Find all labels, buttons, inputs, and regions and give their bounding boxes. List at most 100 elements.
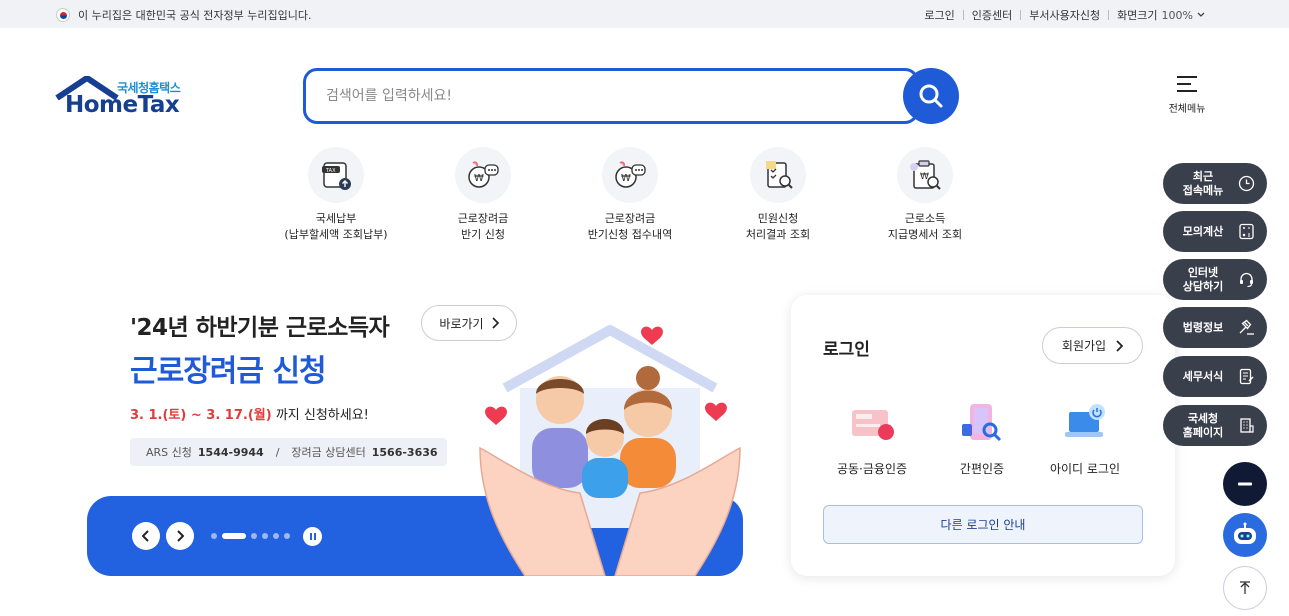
side-menu-label-line2: 홈페이지 bbox=[1182, 425, 1224, 439]
top-links: 로그인 인증센터 부서사용자신청 화면크기 100% bbox=[924, 7, 1205, 23]
family-illustration bbox=[479, 325, 741, 576]
quick-menu-line1: 근로소득 bbox=[904, 212, 946, 225]
clock-icon bbox=[1238, 175, 1255, 192]
tax-payment-icon: TAX bbox=[308, 147, 364, 203]
headset-icon bbox=[1240, 272, 1253, 288]
top-utility-bar: 이 누리집은 대한민국 공식 전자정부 누리집입니다. 로그인 인증센터 부서사… bbox=[0, 0, 1289, 28]
login-option-id[interactable]: 아이디 로그인 bbox=[1035, 400, 1135, 477]
divider bbox=[962, 10, 964, 20]
banner-period: 3. 1.(토) ~ 3. 17.(월) 까지 신청하세요! bbox=[130, 404, 389, 423]
side-menu-law[interactable]: 법령정보 bbox=[1163, 307, 1267, 348]
minus-icon bbox=[1238, 482, 1252, 486]
quick-menu-line1: 근로장려금 bbox=[604, 212, 656, 225]
login-option-simple[interactable]: 간편인증 bbox=[932, 400, 1032, 477]
login-option-certificate[interactable]: 공동·금융인증 bbox=[822, 400, 922, 477]
side-menu-label: 최근 접속메뉴 bbox=[1175, 170, 1231, 198]
pause-icon bbox=[309, 533, 312, 540]
quick-menu-line1: 근로장려금 bbox=[457, 212, 509, 225]
banner-headline: '24년 하반기분 근로소득자 bbox=[130, 315, 390, 341]
side-menu-label: 세무서식 bbox=[1175, 370, 1231, 384]
quick-menu-eitc-apply[interactable]: ₩ 근로장려금 반기 신청 bbox=[413, 147, 553, 243]
banner-title: 근로장려금 신청 bbox=[130, 354, 327, 389]
chevron-right-icon bbox=[177, 530, 184, 542]
zoom-control[interactable]: 화면크기 100% bbox=[1117, 7, 1205, 23]
pagination-dot-active[interactable] bbox=[222, 533, 246, 539]
quick-menu-line2: 반기신청 접수내역 bbox=[587, 228, 673, 241]
side-menu-simulation[interactable]: 모의계산 bbox=[1163, 211, 1267, 252]
top-link-dept-user[interactable]: 부서사용자신청 bbox=[1029, 7, 1100, 23]
side-menu-tax-forms[interactable]: 세무서식 bbox=[1163, 356, 1267, 397]
divider bbox=[1020, 10, 1022, 20]
side-menu-label: 국세청 홈페이지 bbox=[1175, 412, 1231, 440]
zoom-label: 화면크기 bbox=[1117, 9, 1158, 22]
banner-pagination bbox=[211, 533, 290, 539]
pause-icon-bar bbox=[313, 533, 316, 540]
quick-menu-line2: 처리결과 조회 bbox=[745, 228, 811, 241]
pagination-dot[interactable] bbox=[251, 533, 257, 539]
quick-menu-eitc-history[interactable]: ₩ 근로장려금 반기신청 접수내역 bbox=[560, 147, 700, 243]
won-chat-icon: ₩ bbox=[455, 147, 511, 203]
pagination-dot[interactable] bbox=[273, 533, 279, 539]
banner-prev-button[interactable] bbox=[132, 522, 160, 550]
laptop-power-icon bbox=[1059, 400, 1111, 448]
gov-notice: 이 누리집은 대한민국 공식 전자정부 누리집입니다. bbox=[56, 7, 312, 23]
all-menu-button[interactable]: 전체메뉴 bbox=[1163, 76, 1211, 120]
top-link-login[interactable]: 로그인 bbox=[924, 7, 954, 23]
join-button[interactable]: 회원가입 bbox=[1042, 327, 1143, 364]
login-title: 로그인 bbox=[823, 340, 870, 360]
banner-text: '24년 하반기분 근로소득자 근로장려금 신청 3. 1.(토) ~ 3. 1… bbox=[130, 308, 390, 423]
certificate-card-icon bbox=[846, 400, 898, 448]
login-card: 로그인 회원가입 공동·금융인증 간편인증 아이디 로그인 다른 로그인 안내 bbox=[791, 295, 1175, 576]
pagination-dot[interactable] bbox=[284, 533, 290, 539]
side-menu-nts-home[interactable]: 국세청 홈페이지 bbox=[1163, 405, 1267, 446]
quick-menu-line2: (납부할세액 조회납부) bbox=[284, 228, 388, 241]
scroll-top-button[interactable] bbox=[1223, 566, 1267, 610]
side-menu-consult[interactable]: 인터넷 상담하기 bbox=[1163, 259, 1267, 300]
gavel-icon bbox=[1239, 319, 1254, 335]
quick-menu-tax-payment[interactable]: TAX 국세납부 (납부할세액 조회납부) bbox=[266, 147, 406, 243]
center-label: 장려금 상담센터 bbox=[291, 446, 366, 459]
side-menu-label-line1: 최근 bbox=[1192, 169, 1214, 183]
banner-next-button[interactable] bbox=[166, 522, 194, 550]
chatbot-robot-icon bbox=[1234, 522, 1256, 544]
logo-wordmark: HomeTax bbox=[65, 92, 180, 118]
side-menu-label: 모의계산 bbox=[1175, 225, 1231, 239]
side-menu-label-line1: 세무서식 bbox=[1182, 369, 1224, 383]
building-icon bbox=[1240, 418, 1254, 433]
side-menu-label: 법령정보 bbox=[1175, 321, 1231, 335]
divider bbox=[1108, 10, 1110, 20]
calculator-icon bbox=[1239, 223, 1254, 240]
banner-pause-button[interactable] bbox=[303, 527, 322, 546]
chatbot-button[interactable] bbox=[1223, 513, 1267, 557]
search-box bbox=[303, 68, 919, 124]
login-option-label: 공동·금융인증 bbox=[836, 462, 908, 476]
quick-menu-petition-result[interactable]: 민원신청 처리결과 조회 bbox=[708, 147, 848, 243]
search-input[interactable] bbox=[326, 71, 886, 121]
side-menu-label-line1: 모의계산 bbox=[1182, 224, 1224, 238]
join-button-label: 회원가입 bbox=[1061, 339, 1107, 353]
simple-auth-phone-icon bbox=[956, 400, 1008, 448]
hamburger-icon bbox=[1177, 76, 1197, 92]
other-login-guide-button[interactable]: 다른 로그인 안내 bbox=[823, 505, 1143, 544]
zoom-value: 100% bbox=[1161, 8, 1193, 22]
side-menu-collapse-button[interactable] bbox=[1223, 462, 1267, 506]
ars-label: ARS 신청 bbox=[146, 446, 192, 459]
search-button[interactable] bbox=[903, 68, 959, 124]
form-icon bbox=[1239, 368, 1254, 385]
ars-separator: / bbox=[275, 445, 280, 459]
center-number: 1566-3636 bbox=[371, 445, 438, 459]
hometax-logo[interactable]: 국세청홈택스 HomeTax bbox=[55, 76, 185, 118]
pagination-dot[interactable] bbox=[262, 533, 268, 539]
quick-menu-line2: 반기 신청 bbox=[461, 228, 505, 241]
side-menu-recent[interactable]: 최근 접속메뉴 bbox=[1163, 163, 1267, 204]
gov-notice-text: 이 누리집은 대한민국 공식 전자정부 누리집입니다. bbox=[78, 9, 312, 22]
search-icon bbox=[919, 84, 943, 108]
banner-date-suffix: 까지 신청하세요! bbox=[275, 408, 369, 423]
arrow-up-icon bbox=[1240, 581, 1250, 594]
pagination-dot[interactable] bbox=[211, 533, 217, 539]
svg-text:TAX: TAX bbox=[325, 168, 336, 174]
top-link-cert-center[interactable]: 인증센터 bbox=[972, 7, 1012, 23]
quick-menu-income-statement[interactable]: ₩ 근로소득 지급명세서 조회 bbox=[855, 147, 995, 243]
side-menu-label-line1: 국세청 bbox=[1187, 411, 1219, 425]
chevron-left-icon bbox=[142, 530, 149, 542]
